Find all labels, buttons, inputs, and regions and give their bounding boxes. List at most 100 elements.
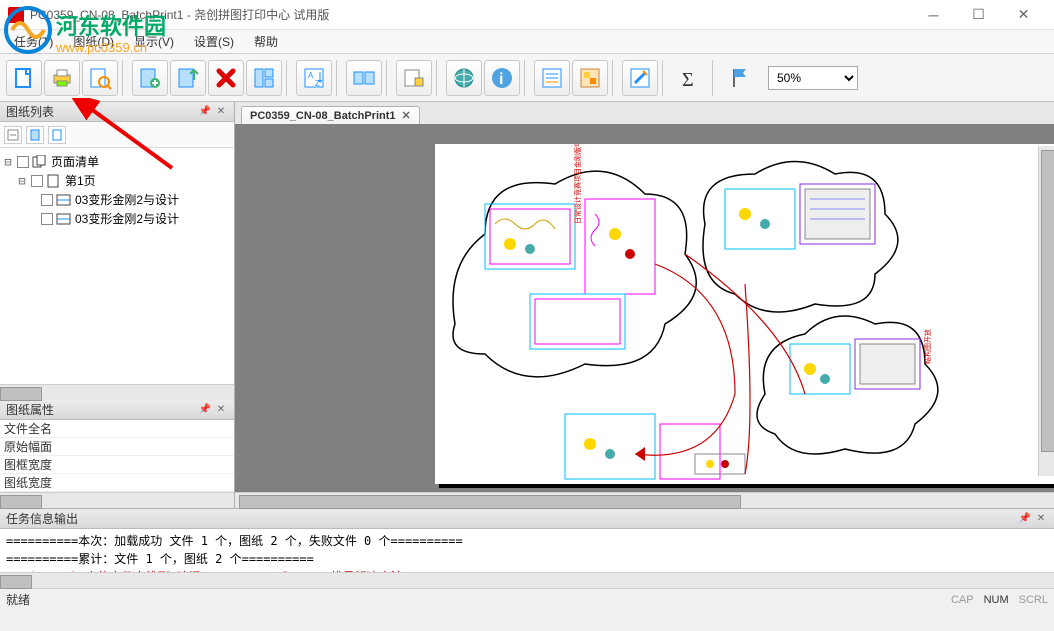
props-hscroll[interactable] [0, 492, 234, 508]
left-panel: 图纸列表 📌 ✕ ⊟ 页面清单 ⊟ 第1页 [0, 102, 235, 508]
document-tabs: PC0359_CN-08_BatchPrint1 ✕ [235, 102, 1054, 124]
main-toolbar: AZ i Σ 50% [0, 54, 1054, 102]
output-log[interactable]: ==========本次：加载成功 文件 1 个，图纸 2 个，失败文件 0 个… [0, 529, 1054, 572]
svg-text:Z: Z [315, 79, 320, 88]
drawing-tree[interactable]: ⊟ 页面清单 ⊟ 第1页 03变形金刚2与设计 03变形金刚2与设计 [0, 148, 234, 384]
panel-close-icon[interactable]: ✕ [1034, 512, 1048, 526]
document-tab[interactable]: PC0359_CN-08_BatchPrint1 ✕ [241, 106, 420, 124]
separator [436, 60, 442, 96]
props-grid: 文件全名 原始幅面 图框宽度 图纸宽度 [0, 420, 234, 492]
status-bar: 就绪 CAP NUM SCRL [0, 588, 1054, 610]
tree-item-label: 03变形金刚2与设计 [75, 210, 179, 227]
update-button[interactable] [446, 60, 482, 96]
tree-root-label: 页面清单 [51, 153, 99, 170]
prop-row[interactable]: 图纸宽度 [0, 474, 234, 492]
print-button[interactable] [44, 60, 80, 96]
stamp-button[interactable] [396, 60, 432, 96]
layout-button[interactable] [246, 60, 282, 96]
pin-icon[interactable]: 📌 [1018, 512, 1032, 526]
panel-close-icon[interactable]: ✕ [214, 403, 228, 417]
separator [662, 60, 668, 96]
checkbox[interactable] [17, 156, 29, 168]
doc-icon[interactable] [26, 126, 44, 144]
tree-toolbar [0, 122, 234, 148]
tree-hscroll[interactable] [0, 384, 234, 400]
drawing-content: 日常设计竞赛项目金刚版华夏开放 结构图开放 [435, 144, 1054, 484]
menu-view[interactable]: 显示(V) [124, 33, 184, 50]
pages-icon [32, 155, 48, 169]
page-icon [46, 174, 62, 188]
checkbox[interactable] [41, 194, 53, 206]
zoom-select[interactable]: 50% [768, 66, 858, 90]
expand-icon[interactable]: ⊟ [16, 174, 28, 188]
tree-item[interactable]: 03变形金刚2与设计 [2, 209, 232, 228]
app-icon [8, 7, 24, 23]
tab-close-icon[interactable]: ✕ [402, 109, 411, 122]
window-controls: ─ ☐ ✕ [911, 0, 1046, 30]
output-panel-title: 任务信息输出 [6, 510, 78, 527]
output-hscroll[interactable] [0, 572, 1054, 588]
props-panel-header: 图纸属性 📌 ✕ [0, 400, 234, 420]
canvas-hscroll[interactable] [235, 492, 1054, 508]
tree-root[interactable]: ⊟ 页面清单 [2, 152, 232, 171]
cap-indicator: CAP [951, 594, 974, 606]
separator [524, 60, 530, 96]
output-panel-header: 任务信息输出 📌 ✕ [0, 509, 1054, 529]
separator [286, 60, 292, 96]
dwg-icon [56, 212, 72, 226]
tree-panel-title: 图纸列表 [6, 103, 54, 120]
tree-panel-header: 图纸列表 📌 ✕ [0, 102, 234, 122]
tree-page[interactable]: ⊟ 第1页 [2, 171, 232, 190]
checkbox[interactable] [41, 213, 53, 225]
sort-button[interactable]: AZ [296, 60, 332, 96]
delete-button[interactable] [208, 60, 244, 96]
print-preview-button[interactable] [82, 60, 118, 96]
log-line: ==========累计：文件 1 个，图纸 2 个========== [6, 550, 1048, 568]
drawing-page[interactable]: 日常设计竞赛项目金刚版华夏开放 结构图开放 [435, 144, 1054, 484]
prop-row[interactable]: 文件全名 [0, 420, 234, 438]
menu-drawing[interactable]: 图纸(D) [63, 33, 124, 50]
num-indicator: NUM [984, 594, 1009, 606]
menu-settings[interactable]: 设置(S) [184, 33, 244, 50]
prop-row[interactable]: 图框宽度 [0, 456, 234, 474]
maximize-button[interactable]: ☐ [956, 0, 1001, 30]
panel-close-icon[interactable]: ✕ [214, 105, 228, 119]
menu-task[interactable]: 任务(T) [4, 33, 63, 50]
status-text: 就绪 [6, 591, 30, 608]
edit-button[interactable] [622, 60, 658, 96]
canvas-vscroll[interactable] [1038, 146, 1054, 476]
color-button[interactable] [572, 60, 608, 96]
svg-text:i: i [499, 71, 503, 88]
page-icon[interactable] [48, 126, 66, 144]
separator [386, 60, 392, 96]
canvas-viewport[interactable]: 日常设计竞赛项目金刚版华夏开放 结构图开放 [235, 124, 1054, 492]
document-tab-label: PC0359_CN-08_BatchPrint1 [250, 110, 396, 122]
tree-page-label: 第1页 [65, 172, 96, 189]
expand-icon[interactable]: ⊟ [2, 155, 14, 169]
minimize-button[interactable]: ─ [911, 0, 956, 30]
separator [336, 60, 342, 96]
menu-help[interactable]: 帮助 [244, 33, 288, 50]
pin-icon[interactable]: 📌 [198, 403, 212, 417]
arrange-button[interactable] [346, 60, 382, 96]
flag-button[interactable] [722, 60, 758, 96]
prop-row[interactable]: 原始幅面 [0, 438, 234, 456]
checkbox[interactable] [31, 175, 43, 187]
sigma-button[interactable]: Σ [672, 60, 708, 96]
about-button[interactable]: i [484, 60, 520, 96]
log-line: ==========本次：加载成功 文件 1 个，图纸 2 个，失败文件 0 个… [6, 532, 1048, 550]
close-button[interactable]: ✕ [1001, 0, 1046, 30]
list-view-button[interactable] [534, 60, 570, 96]
separator [712, 60, 718, 96]
main-area: 图纸列表 📌 ✕ ⊟ 页面清单 ⊟ 第1页 [0, 102, 1054, 508]
tree-item[interactable]: 03变形金刚2与设计 [2, 190, 232, 209]
title-bar: PC0359_CN-08_BatchPrint1 - 尧创拼图打印中心 试用版 … [0, 0, 1054, 30]
pin-icon[interactable]: 📌 [198, 105, 212, 119]
expand-all-icon[interactable] [4, 126, 22, 144]
output-panel: 任务信息输出 📌 ✕ ==========本次：加载成功 文件 1 个，图纸 2… [0, 508, 1054, 588]
save-drawing-button[interactable] [170, 60, 206, 96]
add-drawing-button[interactable] [132, 60, 168, 96]
new-button[interactable] [6, 60, 42, 96]
separator [612, 60, 618, 96]
menu-bar: 任务(T) 图纸(D) 显示(V) 设置(S) 帮助 [0, 30, 1054, 54]
